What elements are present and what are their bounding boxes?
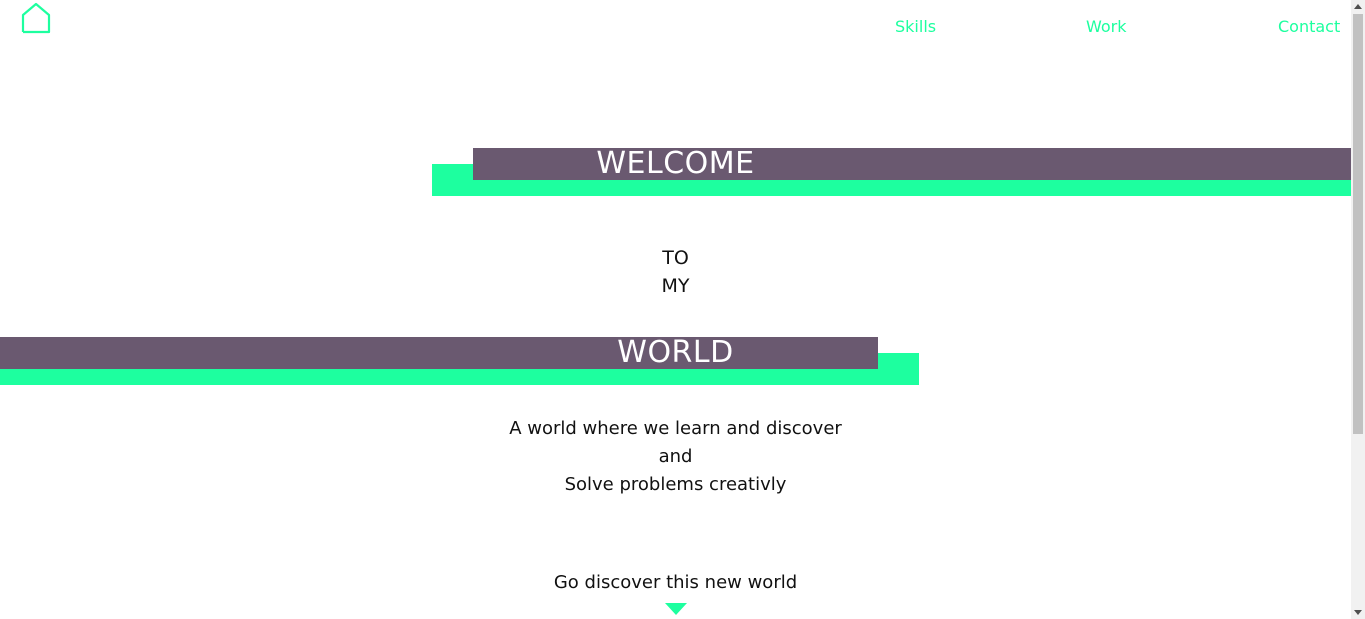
scrollbar-thumb[interactable] [1353, 14, 1363, 434]
scroll-up-icon[interactable] [1354, 4, 1362, 9]
nav-link-skills[interactable]: Skills [895, 17, 936, 36]
nav-link-contact[interactable]: Contact [1278, 17, 1340, 36]
vertical-scrollbar[interactable] [1351, 0, 1365, 619]
arrow-down-icon[interactable] [665, 603, 687, 615]
tagline-line-3: Solve problems creativly [564, 474, 787, 495]
scroll-down-icon[interactable] [1354, 610, 1362, 615]
to-text: TO [662, 247, 689, 269]
page: Skills Work Contact WELCOME TO MY WORLD … [0, 0, 1351, 619]
nav-link-work[interactable]: Work [1086, 17, 1127, 36]
tagline-line-1: A world where we learn and discover [509, 418, 842, 439]
welcome-heading: WELCOME [596, 146, 755, 181]
home-icon[interactable] [21, 2, 51, 34]
tagline-line-2: and [658, 446, 693, 467]
discover-link[interactable]: Go discover this new world [0, 569, 1351, 597]
my-text: MY [661, 275, 690, 297]
world-heading: WORLD [617, 335, 734, 370]
